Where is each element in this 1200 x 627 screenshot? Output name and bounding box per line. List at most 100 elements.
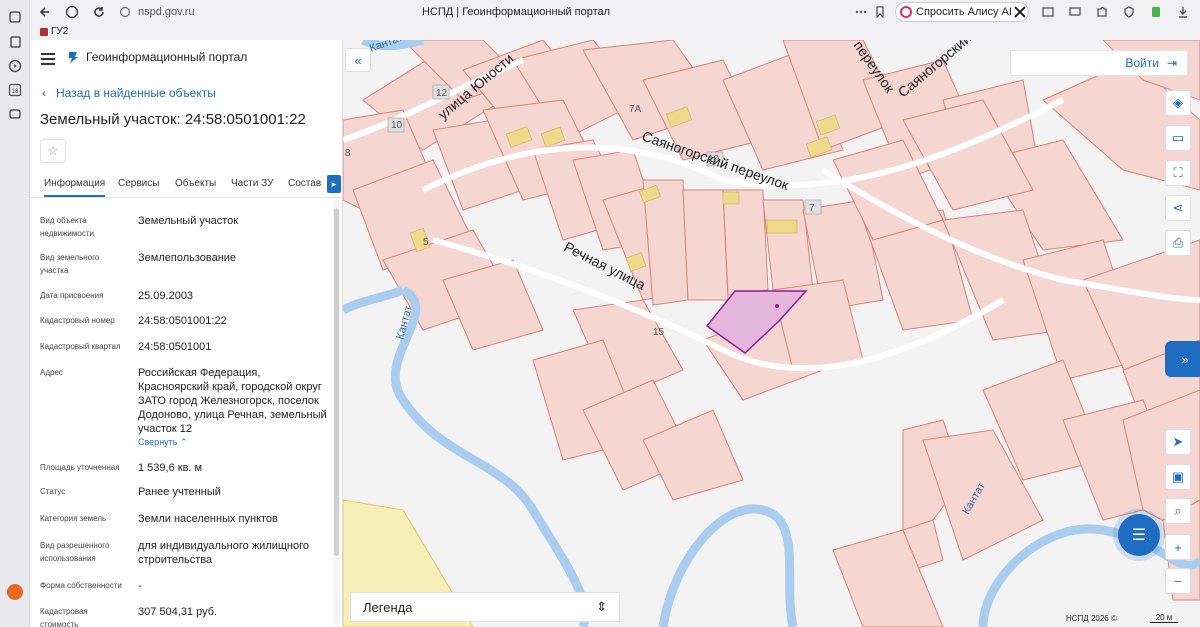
- house-number-label: 7А: [629, 104, 642, 115]
- layers-icon[interactable]: ◈: [1165, 90, 1191, 116]
- star-icon: ☆: [47, 143, 59, 158]
- favorite-star-button[interactable]: ☆: [40, 139, 66, 163]
- tab-composition[interactable]: Состав: [288, 178, 321, 189]
- attr-key: Кадастровый номер: [40, 316, 115, 325]
- bookmark-label: ГУ2: [51, 26, 69, 37]
- basemap-icon[interactable]: ▣: [1165, 464, 1191, 490]
- bookmark-icon[interactable]: [871, 3, 889, 21]
- address-bar[interactable]: nspd.gov.ru: [138, 6, 195, 18]
- collapse-address-link[interactable]: Свернуть ⌃: [138, 437, 188, 448]
- login-label: Войти: [1125, 56, 1159, 70]
- attr-key: Статус: [40, 487, 66, 496]
- gosuslugi-widget-icon[interactable]: »: [1165, 341, 1200, 377]
- tab-objects[interactable]: Объекты: [175, 178, 216, 189]
- print-icon[interactable]: ⎙: [1165, 230, 1191, 256]
- browser-favicon-bottom[interactable]: [7, 584, 23, 600]
- select-area-icon[interactable]: ⛶: [1165, 160, 1191, 186]
- attr-key: Вид земельного участка: [40, 253, 100, 275]
- share-icon[interactable]: ⋖: [1165, 195, 1191, 221]
- attr-key: Кадастровая стоимость: [40, 607, 88, 627]
- collapse-panel-button[interactable]: «: [345, 48, 371, 72]
- play-icon[interactable]: [6, 57, 24, 75]
- zoom-out-icon[interactable]: −: [1165, 568, 1191, 594]
- translate-icon[interactable]: [1012, 4, 1028, 20]
- panel-scrollbar[interactable]: [334, 208, 339, 556]
- legend-label: Легенда: [363, 599, 413, 615]
- screen-icon[interactable]: [6, 105, 24, 123]
- attr-key: Вид разрешенного использования: [40, 541, 110, 563]
- house-number-label: 10: [708, 154, 720, 165]
- collapse-label: Свернуть: [138, 437, 178, 447]
- attr-key: Форма собственности: [40, 581, 122, 590]
- portal-name: Геоинформационный портал: [86, 50, 248, 64]
- attr-value: 1 539,6 кв. м: [138, 462, 203, 474]
- attr-value: Землепользование: [138, 252, 237, 264]
- house-number-label: 12: [436, 88, 448, 99]
- map-canvas[interactable]: улица Юности Саяногорский переулок Саяно…: [343, 40, 1200, 627]
- alice-label: Спросить Алису AI: [916, 6, 1012, 18]
- search-map-icon[interactable]: ⌕: [1165, 498, 1191, 524]
- house-number-label: 8: [345, 148, 351, 159]
- attr-key: Вид объекта недвижимости: [40, 216, 94, 238]
- selected-parcel-centroid: [775, 304, 779, 308]
- browser-vertical-tabs: 18: [0, 0, 30, 627]
- puzzle-icon[interactable]: [1094, 4, 1110, 20]
- svg-text:18: 18: [12, 89, 19, 95]
- chat-support-button[interactable]: ☰: [1118, 514, 1160, 556]
- browser-toolbar: nspd.gov.ru НСПД | Геоинформационный пор…: [30, 0, 1200, 24]
- attr-value: 24:58:0501001:22: [138, 315, 227, 327]
- house-number-label: 5: [423, 237, 429, 248]
- login-icon: ⇥: [1166, 56, 1177, 70]
- portal-logo-icon: [69, 52, 78, 63]
- attr-key: Адрес: [40, 368, 63, 377]
- login-button[interactable]: Войти ⇥: [1010, 50, 1188, 76]
- alice-ai-button[interactable]: Спросить Алису AI: [895, 2, 1029, 22]
- reload-icon[interactable]: [90, 3, 108, 21]
- updown-chevron-icon: ⇕: [596, 599, 607, 614]
- ext-image-icon[interactable]: [1040, 4, 1056, 20]
- tab-information[interactable]: Информация: [44, 178, 106, 197]
- bookmark-gu2[interactable]: ГУ2: [40, 26, 68, 37]
- object-title: Земельный участок: 24:58:0501001:22: [40, 111, 306, 128]
- chevron-left-icon: ‹: [42, 86, 46, 100]
- attr-value: Ранее учтенный: [138, 486, 221, 498]
- chat-icon: ☰: [1131, 527, 1147, 544]
- map-copyright: НСПД 2026 ©: [1066, 614, 1117, 623]
- more-icon[interactable]: [852, 3, 870, 21]
- tabs-scroll-right-icon[interactable]: ▸: [327, 175, 341, 193]
- locate-icon[interactable]: ➤: [1165, 429, 1191, 455]
- download-icon[interactable]: [1175, 4, 1191, 20]
- history-icon[interactable]: [6, 33, 24, 51]
- alice-icon: [900, 6, 912, 18]
- monitor-icon[interactable]: [1067, 4, 1083, 20]
- tab-land-parts[interactable]: Части ЗУ: [231, 178, 273, 189]
- zoom-in-icon[interactable]: +: [1165, 534, 1191, 560]
- back-to-results-link[interactable]: ‹ Назад в найденные объекты: [42, 86, 216, 100]
- attr-value: для индивидуального жилищного строительс…: [138, 540, 310, 566]
- ruler-icon[interactable]: ▭: [1165, 125, 1191, 151]
- attr-key: Площадь уточненная: [40, 463, 120, 472]
- attr-value: 25.09.2003: [138, 290, 194, 302]
- object-info-panel: Геоинформационный портал ‹ Назад в найде…: [30, 40, 343, 627]
- ext-shield-icon[interactable]: [1121, 4, 1137, 20]
- portal-header[interactable]: Геоинформационный портал: [66, 50, 247, 64]
- tab-services[interactable]: Сервисы: [118, 178, 159, 189]
- legend-dropdown[interactable]: Легенда ⇕: [350, 592, 620, 622]
- attr-value: Земли населенных пунктов: [138, 513, 278, 525]
- cadastral-map[interactable]: улица Юности Саяногорский переулок Саяно…: [343, 40, 1200, 627]
- back-arrow-icon[interactable]: [36, 3, 54, 21]
- bookmarks-bar: ГУ2: [30, 24, 1200, 40]
- info-tabs: Информация Сервисы Объекты Части ЗУ Сост…: [30, 172, 342, 198]
- site-info-icon[interactable]: [116, 3, 134, 21]
- chevron-up-icon: ⌃: [180, 437, 188, 447]
- ext-green-icon[interactable]: [1148, 4, 1164, 20]
- hamburger-menu-icon[interactable]: [41, 53, 55, 65]
- back-label: Назад в найденные объекты: [56, 86, 216, 100]
- attr-value: -: [138, 580, 142, 592]
- calendar-18-icon[interactable]: 18: [6, 81, 24, 99]
- attr-key: Дата присвоения: [40, 291, 104, 300]
- tabs-icon[interactable]: [6, 8, 24, 26]
- bookmark-cube-icon: [40, 27, 48, 36]
- yandex-icon[interactable]: [63, 3, 81, 21]
- house-number-label: 7: [809, 203, 815, 214]
